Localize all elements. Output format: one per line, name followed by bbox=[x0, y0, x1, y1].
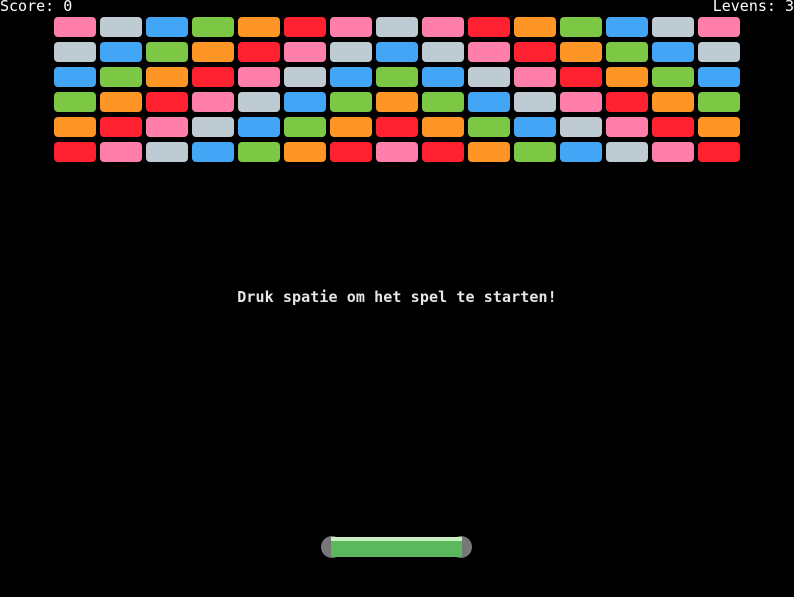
brick-blue bbox=[560, 142, 602, 162]
brick-orange bbox=[514, 17, 556, 37]
brick-green bbox=[192, 17, 234, 37]
brick-green bbox=[330, 92, 372, 112]
brick-red bbox=[468, 17, 510, 37]
start-prompt: Druk spatie om het spel te starten! bbox=[237, 288, 557, 306]
paddle[interactable] bbox=[321, 536, 472, 558]
brick-blue bbox=[100, 42, 142, 62]
brick-blue bbox=[606, 17, 648, 37]
brick-pink bbox=[146, 117, 188, 137]
brick-green bbox=[54, 92, 96, 112]
brick-red bbox=[146, 92, 188, 112]
lives-display: Levens: 3 bbox=[712, 0, 794, 15]
brick-green bbox=[560, 17, 602, 37]
brick-orange bbox=[606, 67, 648, 87]
brick-green bbox=[698, 92, 740, 112]
brick-orange bbox=[330, 117, 372, 137]
brick-green bbox=[422, 92, 464, 112]
brick-orange bbox=[100, 92, 142, 112]
brick-red bbox=[284, 17, 326, 37]
brick-red bbox=[100, 117, 142, 137]
brick-red bbox=[606, 92, 648, 112]
brick-pink bbox=[606, 117, 648, 137]
brick-orange bbox=[54, 117, 96, 137]
brick-blue bbox=[698, 67, 740, 87]
brick-blue bbox=[514, 117, 556, 137]
brick-pink bbox=[468, 42, 510, 62]
brick-silver bbox=[560, 117, 602, 137]
brick-pink bbox=[376, 142, 418, 162]
paddle-highlight bbox=[331, 537, 462, 541]
brick-blue bbox=[238, 117, 280, 137]
brick-wall bbox=[54, 17, 740, 162]
brick-red bbox=[652, 117, 694, 137]
brick-blue bbox=[54, 67, 96, 87]
brick-silver bbox=[606, 142, 648, 162]
brick-green bbox=[514, 142, 556, 162]
brick-red bbox=[192, 67, 234, 87]
brick-orange bbox=[652, 92, 694, 112]
brick-green bbox=[284, 117, 326, 137]
brick-silver bbox=[652, 17, 694, 37]
brick-pink bbox=[560, 92, 602, 112]
brick-pink bbox=[330, 17, 372, 37]
brick-orange bbox=[698, 117, 740, 137]
brick-green bbox=[606, 42, 648, 62]
brick-blue bbox=[284, 92, 326, 112]
brick-silver bbox=[698, 42, 740, 62]
brick-orange bbox=[422, 117, 464, 137]
brick-pink bbox=[514, 67, 556, 87]
brick-orange bbox=[376, 92, 418, 112]
brick-green bbox=[652, 67, 694, 87]
brick-blue bbox=[422, 67, 464, 87]
brick-green bbox=[146, 42, 188, 62]
brick-orange bbox=[284, 142, 326, 162]
brick-pink bbox=[422, 17, 464, 37]
brick-pink bbox=[284, 42, 326, 62]
game-canvas[interactable]: Score: 0 Levens: 3 Druk spatie om het sp… bbox=[0, 0, 794, 597]
brick-orange bbox=[192, 42, 234, 62]
brick-green bbox=[238, 142, 280, 162]
brick-red bbox=[560, 67, 602, 87]
brick-blue bbox=[376, 42, 418, 62]
brick-silver bbox=[146, 142, 188, 162]
brick-silver bbox=[100, 17, 142, 37]
brick-red bbox=[698, 142, 740, 162]
brick-green bbox=[100, 67, 142, 87]
brick-green bbox=[468, 117, 510, 137]
brick-red bbox=[238, 42, 280, 62]
brick-silver bbox=[330, 42, 372, 62]
brick-blue bbox=[146, 17, 188, 37]
brick-blue bbox=[330, 67, 372, 87]
score-display: Score: 0 bbox=[0, 0, 73, 15]
brick-silver bbox=[284, 67, 326, 87]
brick-pink bbox=[698, 17, 740, 37]
brick-orange bbox=[468, 142, 510, 162]
brick-pink bbox=[100, 142, 142, 162]
brick-silver bbox=[514, 92, 556, 112]
brick-silver bbox=[376, 17, 418, 37]
brick-silver bbox=[238, 92, 280, 112]
brick-pink bbox=[652, 142, 694, 162]
brick-red bbox=[330, 142, 372, 162]
brick-orange bbox=[146, 67, 188, 87]
brick-red bbox=[514, 42, 556, 62]
brick-silver bbox=[192, 117, 234, 137]
brick-silver bbox=[54, 42, 96, 62]
brick-green bbox=[376, 67, 418, 87]
brick-pink bbox=[192, 92, 234, 112]
brick-silver bbox=[468, 67, 510, 87]
brick-red bbox=[376, 117, 418, 137]
brick-pink bbox=[238, 67, 280, 87]
brick-silver bbox=[422, 42, 464, 62]
brick-red bbox=[54, 142, 96, 162]
brick-orange bbox=[560, 42, 602, 62]
brick-blue bbox=[192, 142, 234, 162]
brick-blue bbox=[468, 92, 510, 112]
brick-blue bbox=[652, 42, 694, 62]
brick-orange bbox=[238, 17, 280, 37]
brick-pink bbox=[54, 17, 96, 37]
brick-red bbox=[422, 142, 464, 162]
